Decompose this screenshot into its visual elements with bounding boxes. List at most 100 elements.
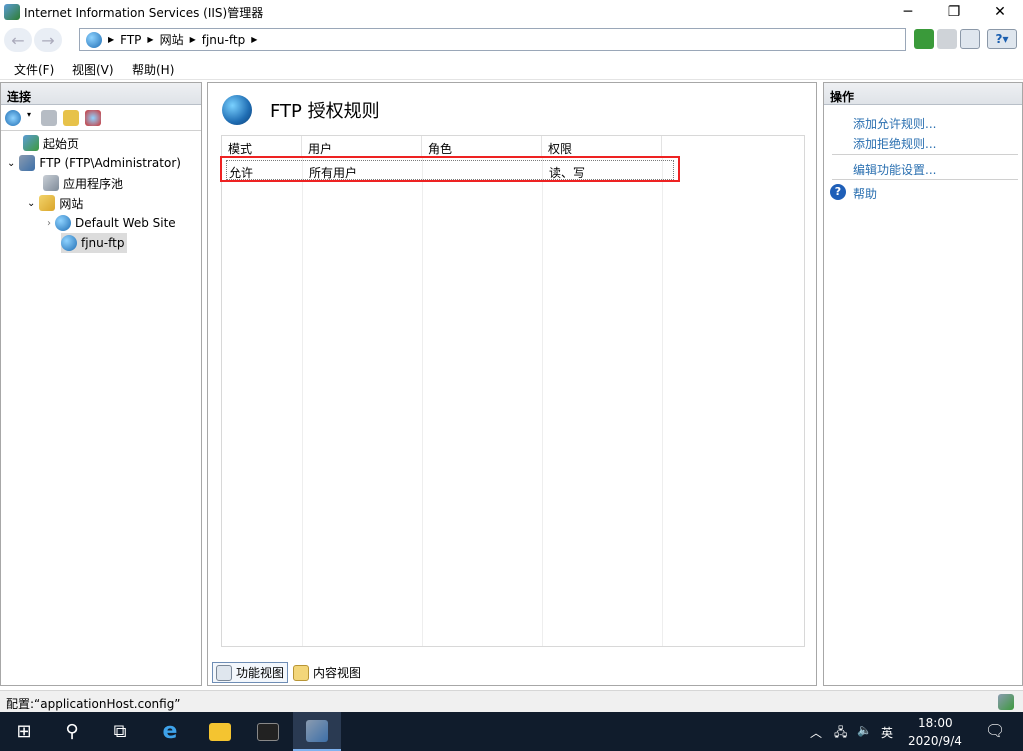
clock-date[interactable]: 2020/9/4 [908, 734, 962, 748]
minimize-button[interactable]: ─ [885, 0, 931, 24]
breadcrumb-separator-icon: ▶ [251, 35, 258, 44]
add-allow-rule-link[interactable]: 添加允许规则... [853, 115, 936, 132]
chevron-down-icon[interactable]: ⌄ [7, 158, 15, 169]
arrow-left-icon: ← [11, 30, 25, 50]
navigation-bar: ← → ▶ FTP ▶ 网站 ▶ fjnu-ftp ▶ ?▾ [0, 24, 1023, 56]
globe-icon [86, 31, 102, 48]
taskbar-cmd[interactable] [244, 712, 292, 751]
tree-item-fjnu-ftp[interactable]: fjnu-ftp [61, 233, 128, 253]
taskbar: ⊞ ⚲ ⧉ e ︿ 🖧 🔈 英 18:00 2020/9/4 🗨 [0, 712, 1023, 751]
disconnect-icon[interactable] [85, 109, 101, 126]
chevron-up-icon[interactable]: ︿ [810, 724, 822, 741]
divider [832, 179, 1018, 180]
tree-item-sites[interactable]: ⌄ 网站 [27, 193, 83, 213]
taskbar-iis-manager[interactable] [293, 712, 341, 751]
globe-icon [55, 215, 71, 231]
rules-table[interactable]: 模式 用户 角色 权限 允许 所有用户 读、写 [220, 135, 805, 647]
start-button[interactable]: ⊞ [0, 712, 48, 751]
table-row[interactable]: 允许 所有用户 读、写 [226, 160, 674, 180]
connections-header: 连接 [1, 83, 201, 105]
tab-features-view[interactable]: 功能视图 [212, 662, 289, 683]
window-title: Internet Information Services (IIS)管理器 [24, 6, 264, 20]
tree-item-start-page[interactable]: 起始页 [23, 133, 79, 153]
clock-time[interactable]: 18:00 [918, 716, 953, 730]
connect-icon[interactable] [5, 109, 21, 126]
breadcrumb-separator-icon: ▶ [189, 35, 196, 44]
back-button[interactable]: ← [4, 28, 32, 52]
menu-file[interactable]: 文件(F) [14, 61, 54, 78]
breadcrumb-sites[interactable]: 网站 [160, 31, 184, 48]
maximize-button[interactable]: ❐ [931, 0, 977, 24]
view-tabs: 功能视图 内容视图 [212, 661, 712, 685]
dropdown-arrow-icon[interactable]: ▾ [27, 110, 35, 126]
address-bar[interactable]: ▶ FTP ▶ 网站 ▶ fjnu-ftp ▶ [79, 28, 906, 51]
server-icon [19, 155, 36, 171]
forward-button[interactable]: → [34, 28, 62, 52]
features-view-icon [216, 664, 232, 681]
search-button[interactable]: ⚲ [48, 712, 96, 751]
windows-logo-icon: ⊞ [16, 721, 32, 742]
column-header-mode[interactable]: 模式 [222, 136, 302, 156]
internet-explorer-icon: e [162, 719, 178, 744]
column-header-permission[interactable]: 权限 [542, 136, 662, 156]
cell-user: 所有用户 [309, 166, 358, 180]
help-icon[interactable]: ?▾ [987, 29, 1017, 49]
stop-icon[interactable] [937, 29, 957, 49]
column-header-role[interactable]: 角色 [422, 136, 542, 156]
column-divider [542, 156, 543, 646]
globe-icon [61, 235, 77, 251]
chevron-down-icon[interactable]: ⌄ [27, 198, 35, 209]
tree-item-app-pools[interactable]: 应用程序池 [43, 173, 123, 193]
terminal-icon [257, 722, 279, 741]
ime-indicator[interactable]: 英 [881, 724, 893, 741]
actions-header: 操作 [824, 83, 1022, 105]
volume-muted-icon[interactable]: 🔈 [857, 723, 872, 737]
connections-tree: 起始页 ⌄ FTP (FTP\Administrator) 应用程序池 ⌄ 网站… [1, 131, 201, 691]
start-page-icon [23, 135, 39, 151]
connections-panel: 连接 ▾ 起始页 ⌄ FTP (FTP\Administrator) 应用程序池… [0, 82, 202, 686]
taskbar-file-explorer[interactable] [196, 712, 244, 751]
connections-toolbar: ▾ [1, 105, 201, 131]
feature-panel: FTP 授权规则 模式 用户 角色 权限 允许 所有用户 读、写 [207, 82, 817, 686]
breadcrumb-fjnu-ftp[interactable]: fjnu-ftp [202, 33, 245, 47]
search-icon: ⚲ [65, 721, 79, 742]
save-icon[interactable] [41, 109, 57, 126]
up-folder-icon[interactable] [63, 109, 79, 126]
close-button[interactable]: ✕ [977, 0, 1023, 24]
menu-help[interactable]: 帮助(H) [132, 61, 174, 78]
help-icon: ? [830, 184, 846, 200]
help-link[interactable]: 帮助 [853, 185, 877, 202]
cell-permission: 读、写 [549, 166, 586, 180]
home-icon[interactable] [960, 29, 980, 49]
column-header-user[interactable]: 用户 [302, 136, 422, 156]
tree-item-default-web-site[interactable]: › Default Web Site [47, 213, 176, 233]
taskbar-ie[interactable]: e [146, 712, 194, 751]
menu-view[interactable]: 视图(V) [72, 61, 114, 78]
breadcrumb-ftp[interactable]: FTP [120, 33, 141, 47]
app-pool-icon [43, 175, 59, 191]
task-view-icon: ⧉ [113, 721, 127, 742]
breadcrumb-separator-icon: ▶ [147, 35, 154, 44]
refresh-icon[interactable] [914, 29, 934, 49]
breadcrumb-separator-icon: ▶ [108, 35, 115, 44]
column-divider [422, 156, 423, 646]
column-divider [302, 156, 303, 646]
title-bar: Internet Information Services (IIS)管理器 ─… [0, 0, 1023, 24]
iis-app-icon [306, 719, 328, 742]
iis-app-icon [4, 4, 20, 20]
chevron-right-icon[interactable]: › [47, 218, 51, 229]
edit-feature-settings-link[interactable]: 编辑功能设置... [853, 161, 936, 178]
cell-mode: 允许 [229, 166, 254, 180]
network-icon[interactable]: 🖧 [834, 723, 847, 744]
sites-folder-icon [39, 195, 56, 211]
add-deny-rule-link[interactable]: 添加拒绝规则... [853, 135, 936, 152]
content-view-icon [293, 664, 309, 681]
notification-icon[interactable]: 🗨 [985, 721, 1005, 740]
tree-item-ftp-server[interactable]: ⌄ FTP (FTP\Administrator) [7, 153, 181, 173]
status-bar: 配置:“applicationHost.config” [0, 690, 1023, 712]
actions-panel: 操作 添加允许规则... 添加拒绝规则... 编辑功能设置... ? 帮助 [823, 82, 1023, 686]
tab-content-view[interactable]: 内容视图 [290, 662, 364, 683]
menu-bar: 文件(F) 视图(V) 帮助(H) [0, 56, 1023, 80]
arrow-right-icon: → [41, 30, 55, 50]
task-view-button[interactable]: ⧉ [96, 712, 144, 751]
